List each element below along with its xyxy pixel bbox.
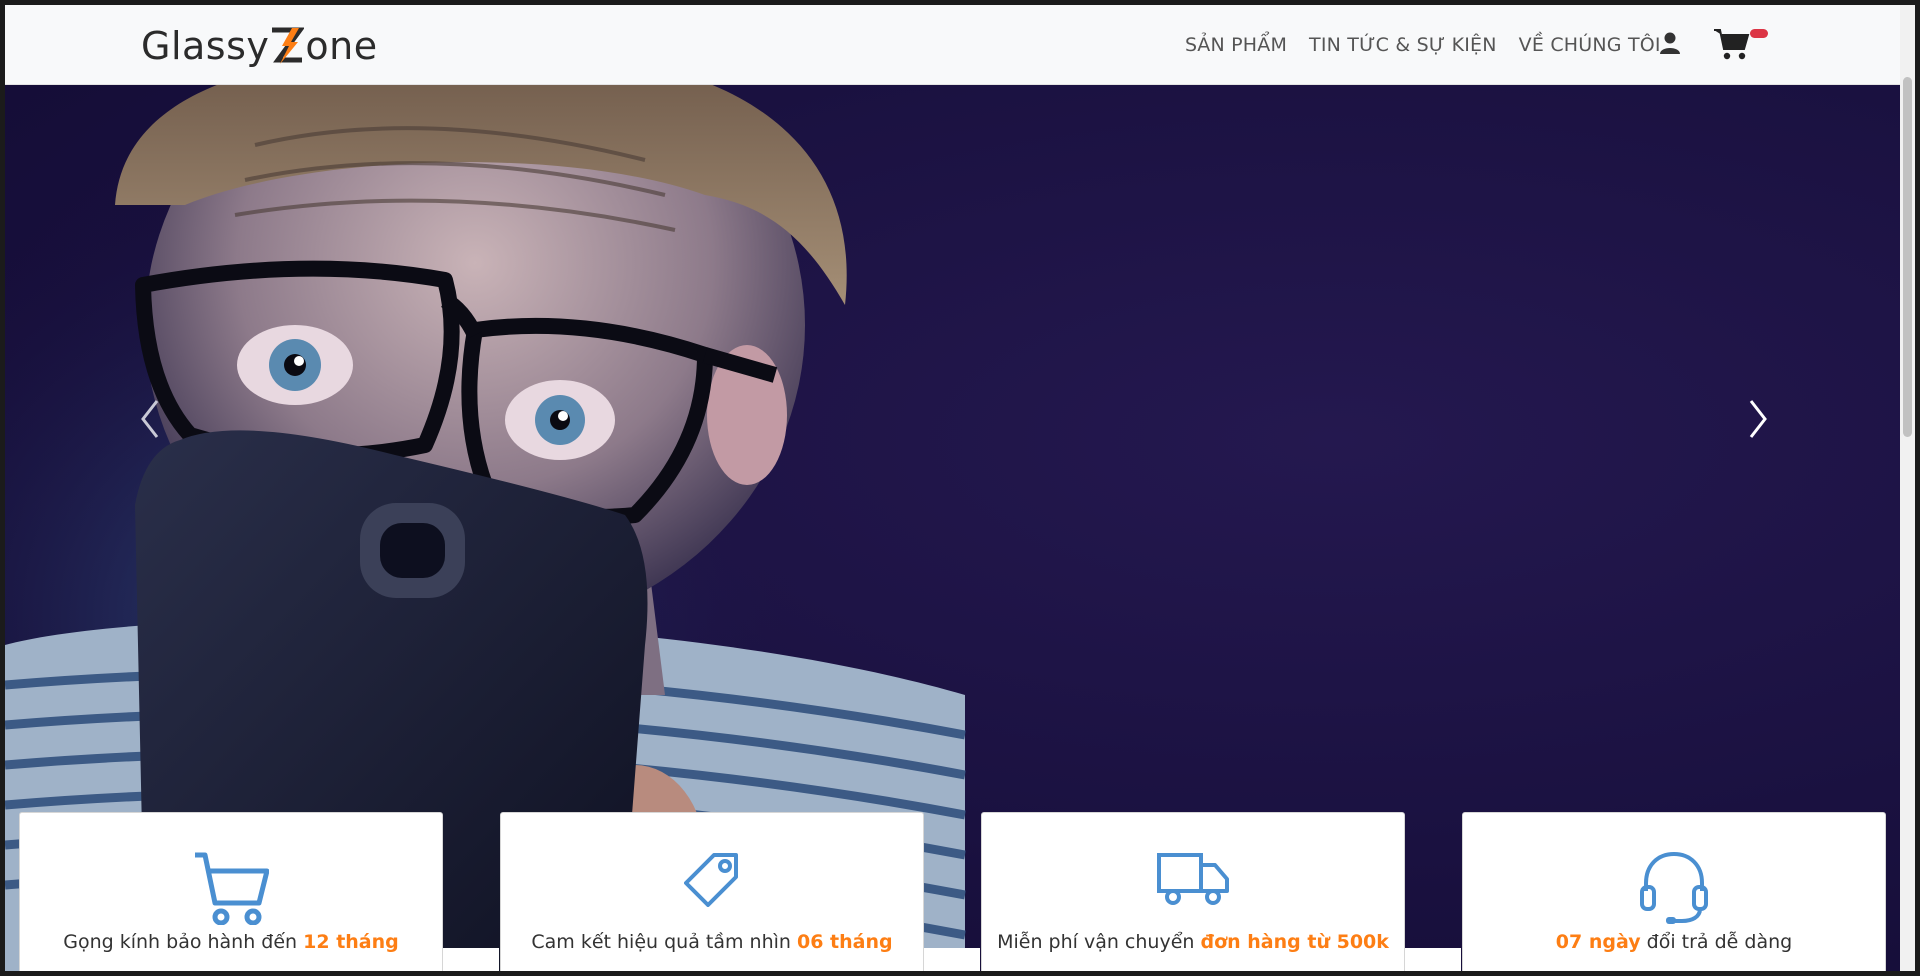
brand-logo[interactable]: Glassy one [141,23,378,69]
cart-button[interactable] [1714,27,1768,65]
feature-highlight: 06 tháng [796,931,893,953]
feature-label: Gọng kính bảo hành đến [63,931,304,953]
headset-icon [1638,851,1710,930]
nav-item-news-events[interactable]: TIN TỨC & SỰ KIỆN [1309,34,1497,56]
cart-icon [193,851,270,930]
chevron-right-icon [1749,400,1767,438]
feature-highlight: đơn hàng từ 500k [1200,931,1389,953]
page-viewport: Glassy one SẢN PHẨM TIN TỨC & SỰ KIỆN VỀ… [5,5,1915,971]
feature-card-easy-return: 07 ngày đổi trả dễ dàng [1462,812,1886,971]
cart-count-badge [1750,29,1768,38]
feature-highlight: 07 ngày [1555,931,1641,953]
feature-text: 07 ngày đổi trả dễ dàng [1463,931,1885,953]
site-header: Glassy one SẢN PHẨM TIN TỨC & SỰ KIỆN VỀ… [5,5,1900,85]
logo-text-right: one [305,24,378,68]
header-icons [1660,27,1768,65]
nav-item-products[interactable]: SẢN PHẨM [1185,34,1287,56]
feature-card-warranty: Gọng kính bảo hành đến 12 tháng [19,812,443,971]
feature-highlight: 12 tháng [303,931,399,953]
divider-strip [924,948,980,971]
divider-strip [1405,948,1461,971]
page-scrollbar[interactable] [1900,5,1915,971]
feature-text: Miễn phí vận chuyển đơn hàng từ 500k [982,931,1404,953]
chevron-left-icon [141,400,159,438]
divider-strip [443,948,499,971]
main-nav: SẢN PHẨM TIN TỨC & SỰ KIỆN VỀ CHÚNG TÔI [1185,5,1661,85]
nav-item-about-us[interactable]: VỀ CHÚNG TÔI [1519,34,1661,56]
tag-icon [684,851,740,912]
carousel-next-button[interactable] [1743,393,1773,445]
user-icon[interactable] [1660,31,1680,60]
logo-z-mark [270,26,306,66]
browser-window: Glassy one SẢN PHẨM TIN TỨC & SỰ KIỆN VỀ… [0,0,1920,976]
scrollbar-thumb[interactable] [1903,77,1912,437]
feature-card-free-shipping: Miễn phí vận chuyển đơn hàng từ 500k [981,812,1405,971]
feature-card-vision-guarantee: Cam kết hiệu quả tầm nhìn 06 tháng [500,812,924,971]
feature-label: Miễn phí vận chuyển [997,931,1201,953]
logo-text-left: Glassy [141,24,270,68]
cart-icon [1714,29,1750,65]
feature-text: Cam kết hiệu quả tầm nhìn 06 tháng [501,931,923,953]
truck-icon [1157,851,1229,912]
feature-text: Gọng kính bảo hành đến 12 tháng [20,931,442,953]
feature-label: đổi trả dễ dàng [1640,931,1793,953]
feature-label: Cam kết hiệu quả tầm nhìn [531,931,797,953]
carousel-prev-button[interactable] [135,393,165,445]
